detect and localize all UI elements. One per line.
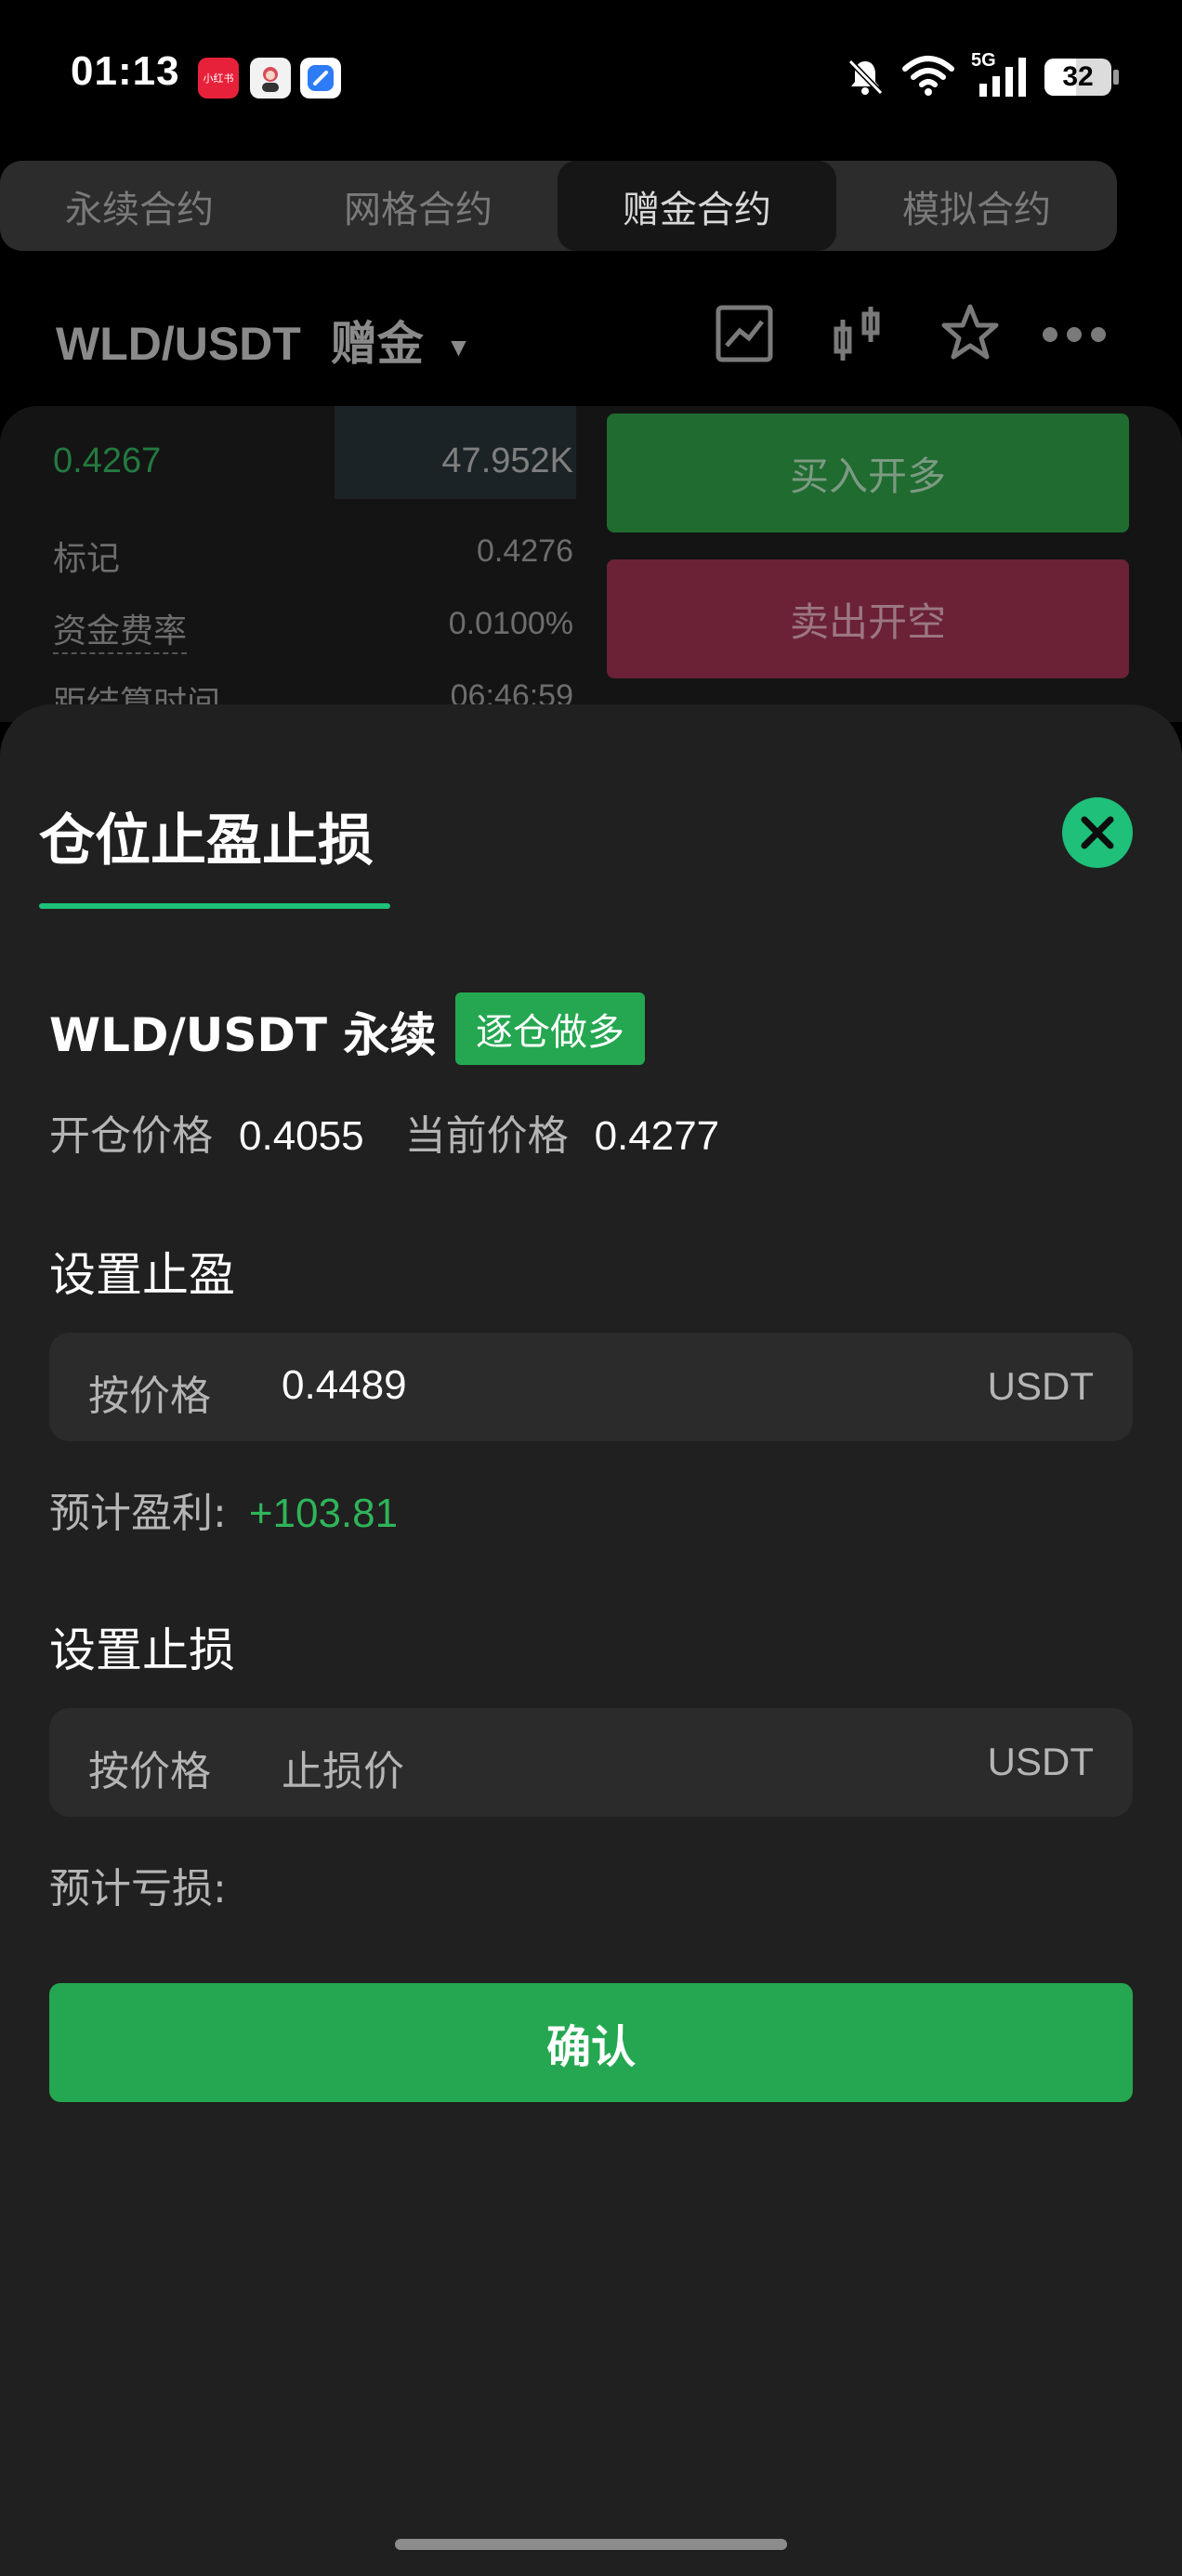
sheet-title: 仓位止盈止损	[39, 808, 374, 874]
chart-icon[interactable]	[716, 305, 773, 362]
tp-estimate: 预计盈利: +103.81	[49, 1479, 398, 1539]
mute-bell-icon	[847, 59, 884, 96]
last-price: 0.4267	[53, 441, 162, 480]
tp-unit: USDT	[987, 1364, 1094, 1408]
funding-rate-value: 0.0100%	[448, 606, 573, 641]
tp-sl-sheet: 仓位止盈止损 WLD/USDT 永续 逐仓做多 开仓价格 0.4055 当前价格…	[0, 704, 1182, 2576]
confirm-button[interactable]: 确认	[49, 1983, 1133, 2102]
star-icon[interactable]	[940, 303, 1000, 362]
sl-mode-label[interactable]: 按价格	[88, 1738, 211, 1797]
pair-symbol: WLD/USDT	[56, 318, 301, 370]
tab-grid[interactable]: 网格合约	[279, 161, 558, 251]
take-profit-heading: 设置止盈	[49, 1248, 235, 1302]
open-price-value: 0.4055	[239, 1113, 364, 1159]
home-indicator[interactable]	[395, 2539, 787, 2550]
status-bar: 01:13 小红书 5G 32	[0, 0, 1182, 158]
sl-unit: USDT	[987, 1740, 1094, 1783]
position-mode-badge: 逐仓做多	[455, 992, 645, 1065]
current-price-label: 当前价格	[404, 1112, 569, 1160]
funding-rate-label[interactable]: 资金费率	[53, 604, 188, 654]
stop-loss-heading: 设置止损	[49, 1623, 235, 1677]
contract-type-tabs: 永续合约 网格合约 赠金合约 模拟合约	[0, 161, 1117, 251]
xiaohongshu-app-icon: 小红书	[198, 58, 239, 99]
current-price-value: 0.4277	[594, 1113, 720, 1159]
mark-value: 0.4276	[477, 533, 573, 569]
market-panel: 0.4267 47.952K 标记 0.4276 资金费率 0.0100% 距结…	[0, 406, 1182, 723]
tab-demo[interactable]: 模拟合约	[836, 161, 1117, 251]
position-symbol: WLD/USDT 永续	[49, 1008, 437, 1062]
clock: 01:13	[71, 48, 180, 94]
sl-estimate-label: 预计亏损:	[49, 1865, 227, 1912]
battery-level: 32	[1062, 61, 1094, 92]
tab-perpetual[interactable]: 永续合约	[0, 161, 279, 251]
signal-icon	[979, 58, 1026, 97]
tp-estimate-value: +103.81	[248, 1491, 399, 1536]
close-icon	[1081, 816, 1114, 849]
pair-header: WLD/USDT 赠金 ▼	[0, 279, 1182, 390]
volume: 47.952K	[441, 441, 573, 480]
open-price-label: 开仓价格	[49, 1112, 213, 1160]
more-icon[interactable]	[1041, 325, 1108, 344]
avatar-app-icon	[250, 58, 291, 99]
pair-selector[interactable]: WLD/USDT 赠金 ▼	[56, 307, 471, 374]
tab-bonus[interactable]: 赠金合约	[558, 161, 836, 251]
wifi-icon	[902, 56, 954, 96]
candlestick-icon[interactable]	[833, 305, 883, 364]
blue-app-icon	[300, 58, 341, 99]
sl-price-placeholder[interactable]: 止损价	[282, 1738, 404, 1797]
tp-price-value[interactable]: 0.4489	[282, 1362, 407, 1409]
caret-down-icon: ▼	[445, 332, 472, 361]
tp-mode-label[interactable]: 按价格	[88, 1362, 211, 1422]
buy-long-button[interactable]: 买入开多	[607, 414, 1129, 532]
tp-estimate-label: 预计盈利:	[49, 1490, 227, 1537]
stop-loss-input[interactable]: 按价格 止损价 USDT	[49, 1708, 1133, 1817]
take-profit-input[interactable]: 按价格 0.4489 USDT	[49, 1333, 1133, 1441]
mark-label: 标记	[53, 540, 121, 578]
price-info-row: 开仓价格 0.4055 当前价格 0.4277	[49, 1102, 719, 1162]
battery-icon: 32	[1044, 59, 1119, 96]
sell-short-button[interactable]: 卖出开空	[607, 559, 1129, 678]
close-button[interactable]	[1062, 797, 1133, 868]
pair-type: 赠金	[330, 318, 424, 370]
title-underline	[39, 903, 390, 909]
